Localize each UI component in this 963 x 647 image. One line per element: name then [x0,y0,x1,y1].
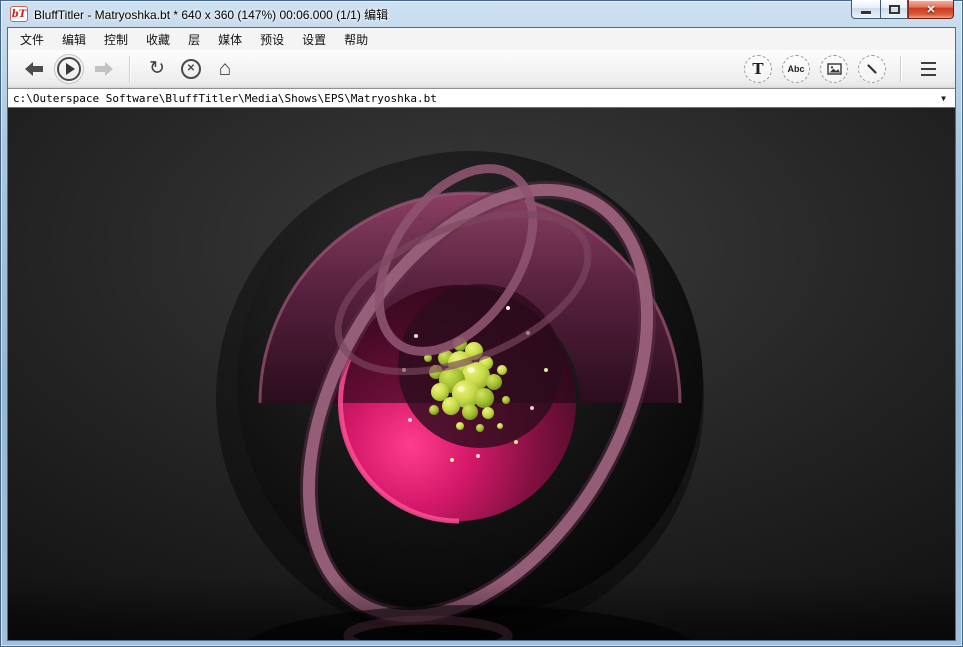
cancel-x: ✕ [187,63,195,74]
window-title: BluffTitler - Matryoshka.bt * 640 x 360 … [34,6,388,23]
close-icon: ✕ [926,3,935,16]
menu-item-favorites[interactable]: 收藏 [137,28,179,51]
menubar: 文件 编辑 控制 收藏 层 媒体 预设 设置 帮助 [8,28,955,50]
home-icon: ⌂ [219,58,232,79]
refresh-icon: ↻ [149,59,165,78]
menu-button[interactable] [911,53,945,85]
forward-button[interactable] [86,53,120,85]
play-button[interactable] [52,53,86,85]
reload-button[interactable]: ↻ [140,53,174,85]
maximize-button[interactable] [880,0,908,19]
hamburger-bar [921,74,936,76]
menu-item-media[interactable]: 媒体 [209,28,251,51]
menu-item-layer[interactable]: 层 [179,28,209,51]
client-area: 文件 编辑 控制 收藏 层 媒体 预设 设置 帮助 [8,28,955,640]
add-paragraph-layer-button[interactable]: Abc [782,55,810,83]
blufftitler-window: bT BluffTitler - Matryoshka.bt * 640 x 3… [0,0,963,647]
show-path-value: c:\Outerspace Software\BluffTitler\Media… [13,92,437,105]
home-button[interactable]: ⌂ [208,53,242,85]
titlebar[interactable]: bT BluffTitler - Matryoshka.bt * 640 x 3… [0,0,963,28]
dropdown-arrow-icon[interactable]: ▼ [937,92,950,105]
back-button[interactable] [18,53,52,85]
add-picture-layer-button[interactable] [820,55,848,83]
menu-item-presets[interactable]: 预设 [251,28,293,51]
hamburger-bar [921,68,936,70]
render-viewport[interactable] [8,108,955,640]
show-path-combobox[interactable]: c:\Outerspace Software\BluffTitler\Media… [8,88,955,108]
toolbar: ↻ ✕ ⌂ T Abc [8,50,955,88]
menu-item-edit[interactable]: 编辑 [53,28,95,51]
toolbar-separator [129,56,131,82]
app-icon[interactable]: bT [10,6,28,22]
maximize-icon [889,5,900,14]
cancel-icon: ✕ [181,59,201,79]
menu-item-settings[interactable]: 设置 [293,28,335,51]
forward-arrow-icon [92,61,114,77]
close-button[interactable]: ✕ [908,0,954,19]
picture-layer-icon [827,63,842,75]
back-arrow-icon [24,61,46,77]
play-triangle [66,63,75,75]
add-line-layer-button[interactable] [858,55,886,83]
minimize-icon [861,11,871,14]
menu-item-help[interactable]: 帮助 [335,28,377,51]
menu-item-file[interactable]: 文件 [11,28,53,51]
3d-scene [8,108,955,640]
cancel-button[interactable]: ✕ [174,53,208,85]
window-controls: ✕ [851,0,954,19]
hamburger-icon [921,62,936,64]
abc-layer-icon: Abc [787,64,804,74]
toolbar-separator [900,56,902,82]
play-icon [57,57,81,81]
menu-item-control[interactable]: 控制 [95,28,137,51]
minimize-button[interactable] [851,0,880,19]
text-layer-icon: T [752,60,763,78]
line-layer-icon [865,62,879,76]
add-text-layer-button[interactable]: T [744,55,772,83]
